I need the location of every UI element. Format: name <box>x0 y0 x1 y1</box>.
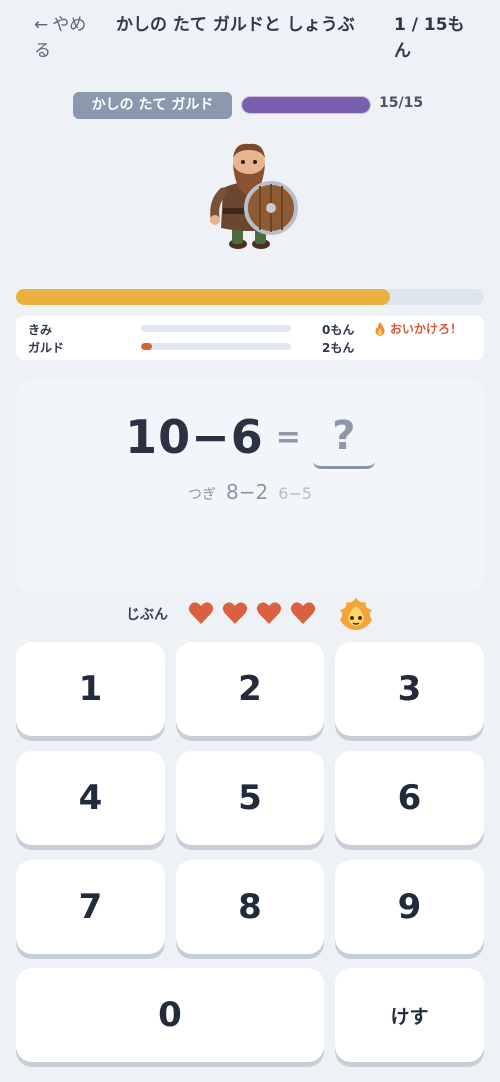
key-9[interactable]: 9 <box>335 860 484 954</box>
timer-bar <box>16 289 484 305</box>
answer-input[interactable]: ? <box>312 405 375 469</box>
enemy-hp-fill <box>242 97 370 113</box>
key-4[interactable]: 4 <box>16 751 165 845</box>
lives-label: じぶん <box>126 607 168 623</box>
key-1[interactable]: 1 <box>16 642 165 736</box>
key-8[interactable]: 8 <box>176 860 324 954</box>
enemy-hp-bar <box>241 96 371 114</box>
fire-spirit-icon <box>340 598 372 630</box>
next-question-2: 6−5 <box>278 484 312 503</box>
answer-placeholder: ? <box>332 412 356 459</box>
enemy-race-bar <box>141 343 291 350</box>
lives-row: じぶん <box>0 596 500 634</box>
key-5[interactable]: 5 <box>176 751 324 845</box>
equals-sign: = <box>275 419 301 455</box>
timer-fill <box>16 289 391 305</box>
enemy-name-badge: かしの たて ガルド <box>73 92 232 119</box>
question-counter: 1 / 15もん <box>394 15 465 61</box>
enemy-hp-text: 15/15 <box>379 95 424 111</box>
player-race-bar <box>141 325 291 332</box>
enemy-race-label: ガルド <box>28 341 65 355</box>
key-2[interactable]: 2 <box>176 642 324 736</box>
battle-screen: ← やめる かしの たて ガルドと しょうぶ 1 / 15もん かしの たて ガル… <box>0 0 500 1082</box>
page-title: かしの たて ガルドと しょうぶ <box>116 15 355 35</box>
key-3[interactable]: 3 <box>335 642 484 736</box>
chase-alert-text: おいかけろ！ <box>390 322 463 336</box>
fire-icon <box>375 321 385 336</box>
heart-icon <box>256 602 282 624</box>
enemy-race-fill <box>141 343 152 350</box>
question-card: 10−6 = ? つぎ 8−2 6−5 <box>16 380 484 592</box>
enemy-race-count: 2もん <box>322 341 355 355</box>
race-panel: きみ 0もん ガルド 2もん おいかけろ！ <box>16 316 484 360</box>
enemy-dwarf-icon <box>210 143 298 249</box>
next-label: つぎ <box>188 487 216 503</box>
back-arrow-icon: ← <box>34 15 49 35</box>
header: ← やめる かしの たて ガルドと しょうぶ 1 / 15もん <box>0 0 500 76</box>
player-race-label: きみ <box>28 323 53 337</box>
next-question-1: 8−2 <box>226 480 269 504</box>
delete-button[interactable]: けす <box>335 968 484 1062</box>
equation: 10−6 = ? <box>16 402 484 472</box>
heart-icon <box>222 602 248 624</box>
key-6[interactable]: 6 <box>335 751 484 845</box>
next-questions: つぎ 8−2 6−5 <box>16 480 484 504</box>
player-race-count: 0もん <box>322 323 355 337</box>
key-0[interactable]: 0 <box>16 968 324 1062</box>
key-7[interactable]: 7 <box>16 860 165 954</box>
heart-icon <box>188 602 214 624</box>
heart-icon <box>290 602 316 624</box>
chase-alert: おいかけろ！ <box>374 320 462 337</box>
quit-button[interactable]: ← やめる <box>34 12 100 64</box>
question-expression: 10−6 <box>125 410 264 464</box>
